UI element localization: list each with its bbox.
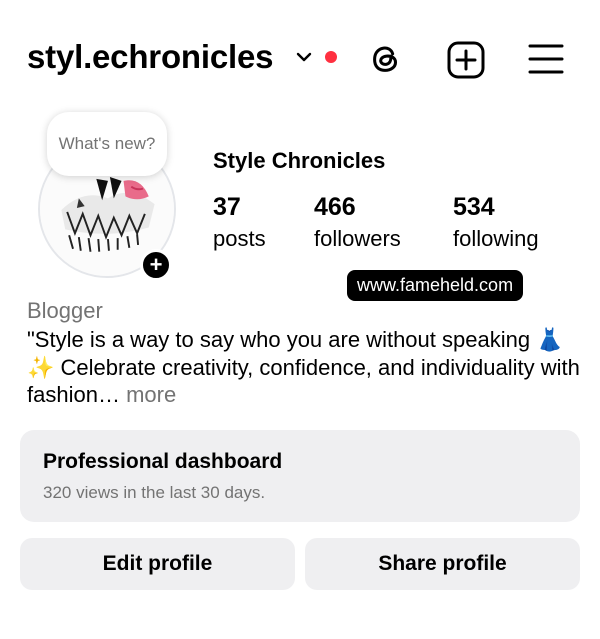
bio-more-link[interactable]: more — [126, 382, 176, 407]
posts-label: posts — [213, 226, 266, 251]
note-bubble[interactable]: What's new? — [47, 112, 167, 176]
threads-icon[interactable] — [367, 40, 405, 78]
category-label: Blogger — [27, 298, 103, 323]
posts-stat[interactable]: 37 posts — [213, 192, 266, 254]
bio-text: "Style is a way to say who you are witho… — [27, 327, 580, 407]
add-story-icon[interactable]: + — [140, 249, 172, 281]
display-name: Style Chronicles — [213, 148, 386, 173]
watermark: www.fameheld.com — [347, 270, 524, 301]
professional-dashboard[interactable]: Professional dashboard 320 views in the … — [20, 430, 580, 522]
followers-stat[interactable]: 466 followers — [314, 192, 401, 254]
new-post-icon[interactable] — [446, 40, 486, 80]
followers-count: 466 — [314, 193, 356, 221]
top-bar: styl.echronicles — [0, 0, 600, 120]
posts-count: 37 — [213, 193, 241, 221]
chevron-down-icon[interactable] — [295, 48, 313, 66]
notification-dot — [325, 51, 338, 63]
dashboard-subtitle: 320 views in the last 30 days. — [43, 483, 266, 502]
edit-profile-button[interactable]: Edit profile — [20, 538, 295, 590]
username[interactable]: styl.echronicles — [27, 38, 273, 76]
bio: "Style is a way to say who you are witho… — [27, 326, 582, 409]
following-label: following — [453, 226, 539, 251]
share-profile-button[interactable]: Share profile — [305, 538, 580, 590]
account-switcher[interactable]: styl.echronicles — [27, 38, 338, 76]
followers-label: followers — [314, 226, 401, 251]
dashboard-title: Professional dashboard — [43, 450, 283, 473]
following-stat[interactable]: 534 following — [453, 192, 539, 254]
menu-icon[interactable] — [527, 42, 565, 76]
following-count: 534 — [453, 193, 495, 221]
